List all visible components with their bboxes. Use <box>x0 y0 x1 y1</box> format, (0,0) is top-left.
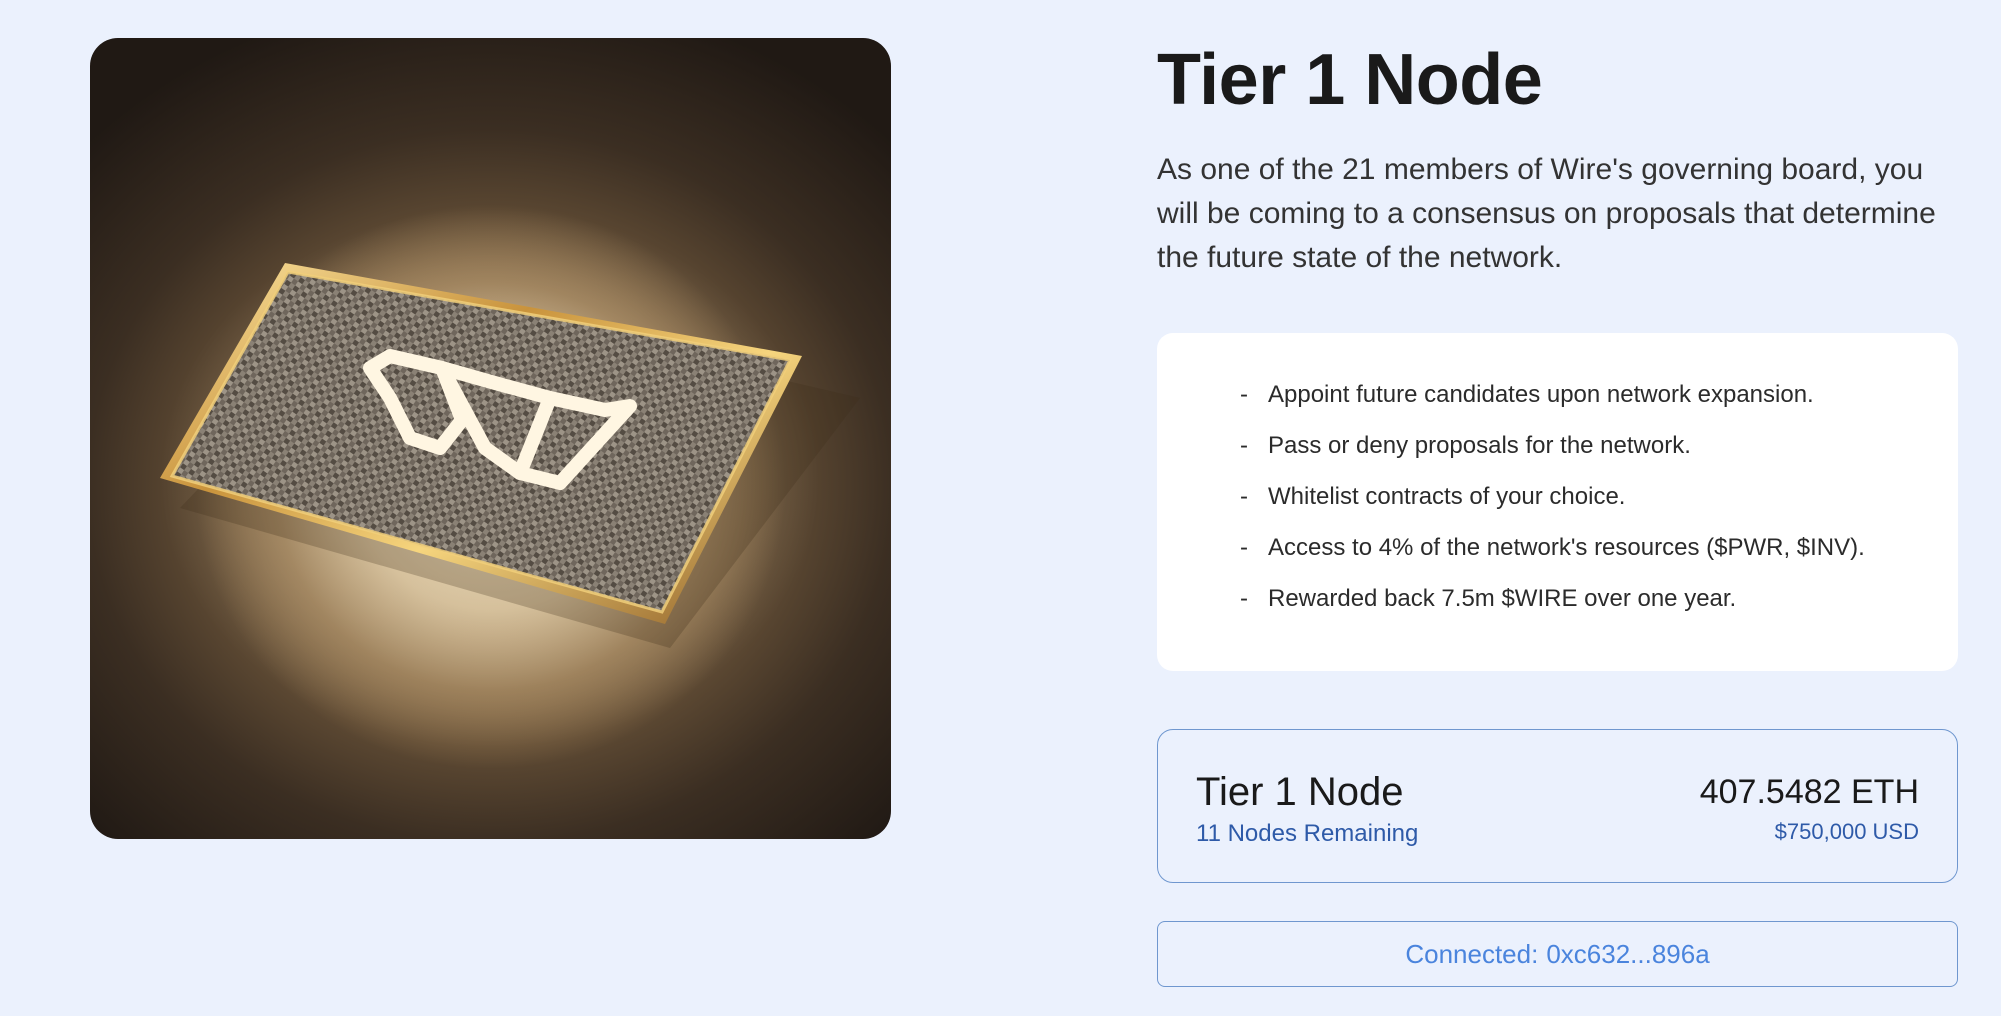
wire-card-illustration <box>160 208 860 748</box>
wallet-connected-button[interactable]: Connected: 0xc632...896a <box>1157 921 1958 987</box>
price-eth: 407.5482 ETH <box>1699 773 1919 811</box>
node-description: As one of the 21 members of Wire's gover… <box>1157 153 1936 274</box>
product-image <box>90 38 891 839</box>
list-item: - Access to 4% of the network's resource… <box>1240 528 1958 579</box>
list-item: - Appoint future candidates upon network… <box>1240 375 1958 426</box>
nodes-remaining: 11 Nodes Remaining <box>1196 820 1419 847</box>
features-card: - Appoint future candidates upon network… <box>1157 333 1958 671</box>
feature-text: Pass or deny proposals for the network. <box>1268 432 1691 459</box>
price-usd: $750,000 USD <box>1774 819 1919 844</box>
list-item: - Whitelist contracts of your choice. <box>1240 477 1958 528</box>
wallet-status-label: Connected: <box>1405 938 1539 969</box>
bullet-dash: - <box>1240 483 1248 510</box>
feature-text: Rewarded back 7.5m $WIRE over one year. <box>1268 585 1737 612</box>
list-item: - Pass or deny proposals for the network… <box>1240 426 1958 477</box>
feature-text: Whitelist contracts of your choice. <box>1268 483 1626 510</box>
features-list: - Appoint future candidates upon network… <box>1240 375 1958 630</box>
bullet-dash: - <box>1240 585 1248 612</box>
list-item: - Rewarded back 7.5m $WIRE over one year… <box>1240 579 1958 630</box>
feature-text: Appoint future candidates upon network e… <box>1268 381 1814 408</box>
price-card-node-name: Tier 1 Node <box>1196 770 1404 814</box>
feature-text: Access to 4% of the network's resources … <box>1268 534 1865 561</box>
bullet-dash: - <box>1240 432 1248 459</box>
wallet-address: 0xc632...896a <box>1546 938 1710 969</box>
price-card: Tier 1 Node 11 Nodes Remaining 407.5482 … <box>1157 729 1958 883</box>
bullet-dash: - <box>1240 534 1248 561</box>
page-title: Tier 1 Node <box>1157 40 1543 120</box>
bullet-dash: - <box>1240 381 1248 408</box>
